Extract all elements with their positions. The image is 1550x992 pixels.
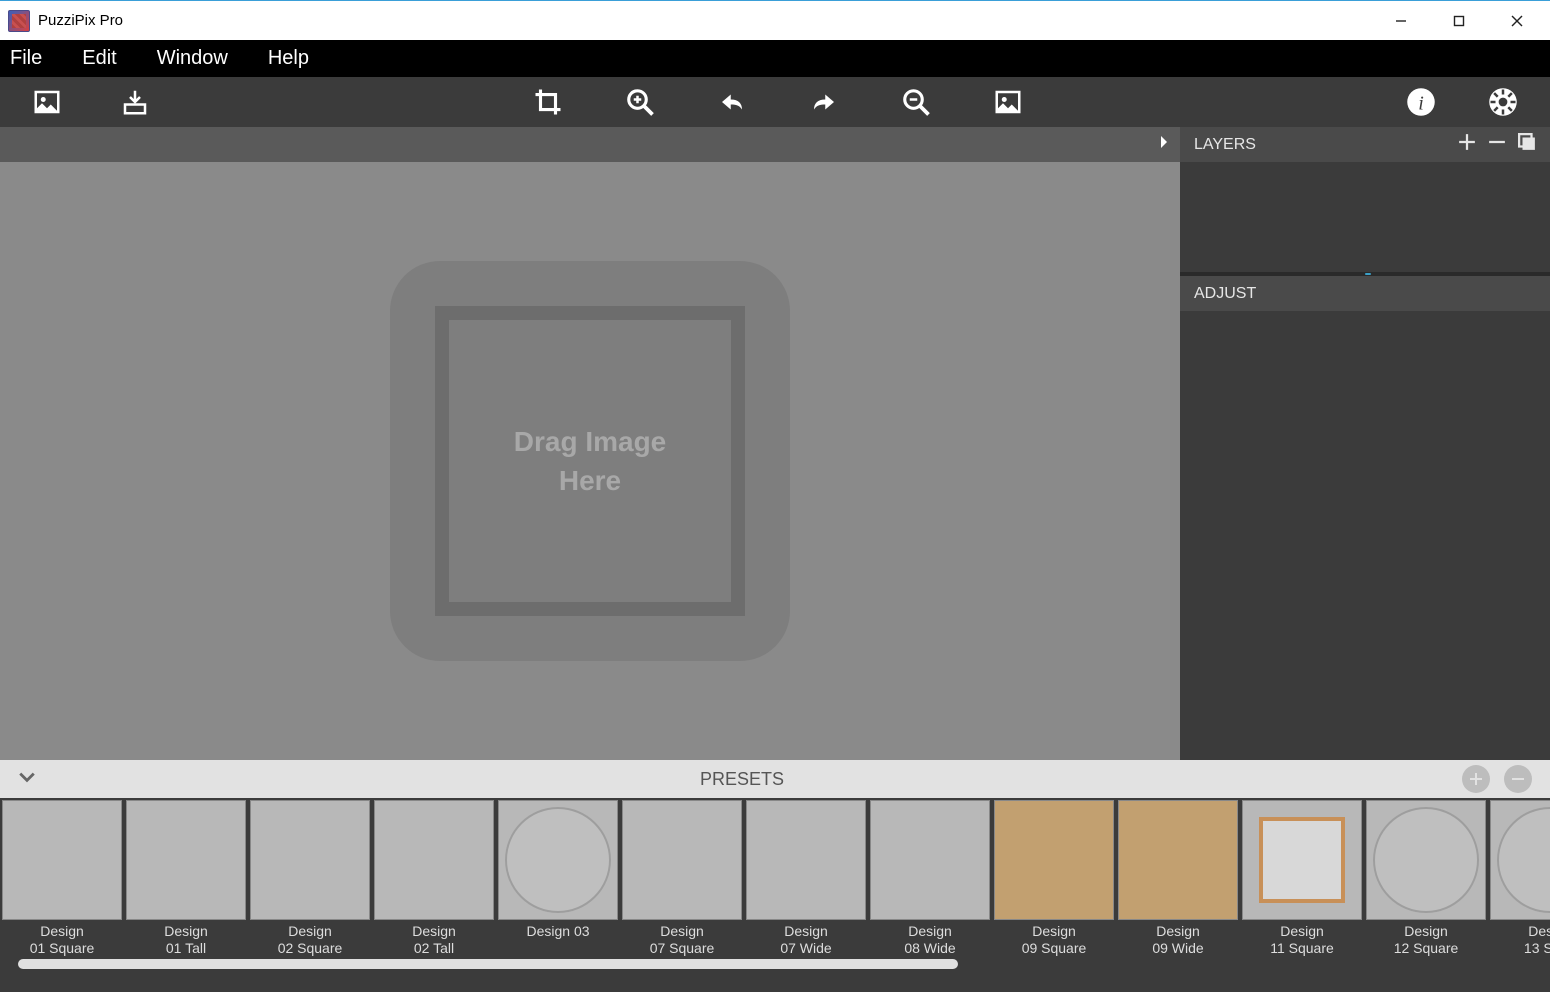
add-layer-button[interactable]	[1458, 133, 1476, 156]
titlebar: PuzziPix Pro	[0, 0, 1550, 40]
close-button[interactable]	[1488, 1, 1546, 41]
presets-scrollbar-thumb[interactable]	[18, 959, 958, 969]
layers-title: LAYERS	[1194, 136, 1256, 154]
preset-label: Design 09 Wide	[1118, 923, 1238, 957]
redo-button[interactable]	[807, 85, 841, 119]
preset-label: Design 01 Square	[2, 923, 122, 957]
preset-label: Design 08 Wide	[870, 923, 990, 957]
preset-label: Design 07 Square	[622, 923, 742, 957]
menu-file[interactable]: File	[10, 47, 42, 70]
duplicate-layer-button[interactable]	[1518, 133, 1536, 156]
minimize-button[interactable]	[1372, 1, 1430, 41]
dropzone[interactable]: Drag Image Here	[390, 261, 790, 661]
save-button[interactable]	[118, 85, 152, 119]
menu-help[interactable]: Help	[268, 47, 309, 70]
preset-thumb[interactable]	[622, 800, 742, 920]
canvas[interactable]: Drag Image Here	[0, 162, 1180, 760]
presets-title: PRESETS	[36, 769, 1448, 790]
preset-label: Design 09 Square	[994, 923, 1114, 957]
layers-panel-header: LAYERS	[1180, 127, 1550, 162]
app-icon	[8, 10, 30, 32]
add-preset-button[interactable]	[1462, 765, 1490, 793]
preset-thumb[interactable]	[374, 800, 494, 920]
preset-thumb[interactable]	[1118, 800, 1238, 920]
remove-layer-button[interactable]	[1488, 133, 1506, 156]
preset-label: Design 12 Square	[1366, 923, 1486, 957]
preset-thumb[interactable]	[250, 800, 370, 920]
expand-panel-button[interactable]	[1156, 134, 1172, 155]
preset-thumb[interactable]	[126, 800, 246, 920]
adjust-title: ADJUST	[1194, 285, 1256, 303]
info-button[interactable]: i	[1404, 85, 1438, 119]
presets-header: PRESETS	[0, 760, 1550, 798]
canvas-area: Drag Image Here	[0, 127, 1180, 760]
window-title: PuzziPix Pro	[38, 12, 123, 29]
preset-thumb[interactable]	[1490, 800, 1550, 920]
layers-panel-body[interactable]	[1180, 162, 1550, 276]
preset-thumb[interactable]	[2, 800, 122, 920]
panel-resize-handle[interactable]	[1365, 273, 1371, 275]
dropzone-frame: Drag Image Here	[435, 306, 745, 616]
preset-thumb[interactable]	[994, 800, 1114, 920]
presets-strip: Design 01 SquareDesign 01 TallDesign 02 …	[0, 798, 1550, 992]
crop-button[interactable]	[531, 85, 565, 119]
preset-label: Design 02 Tall	[374, 923, 494, 957]
toolbar: i	[0, 77, 1550, 127]
dropzone-text-2: Here	[559, 461, 621, 500]
adjust-panel-header: ADJUST	[1180, 276, 1550, 311]
collapse-presets-button[interactable]	[18, 768, 36, 791]
canvas-tabbar	[0, 127, 1180, 162]
menubar: File Edit Window Help	[0, 40, 1550, 77]
preset-thumb[interactable]	[746, 800, 866, 920]
presets-scrollbar[interactable]	[0, 957, 1550, 971]
menu-window[interactable]: Window	[157, 47, 228, 70]
zoom-out-button[interactable]	[899, 85, 933, 119]
preset-label: Design 01 Tall	[126, 923, 246, 957]
dropzone-text-1: Drag Image	[514, 422, 667, 461]
main-area: Drag Image Here LAYERS ADJUST	[0, 127, 1550, 760]
remove-preset-button[interactable]	[1504, 765, 1532, 793]
preset-label: Design 03	[498, 923, 618, 957]
preset-thumb[interactable]	[1366, 800, 1486, 920]
settings-button[interactable]	[1486, 85, 1520, 119]
maximize-button[interactable]	[1430, 1, 1488, 41]
open-image-button[interactable]	[30, 85, 64, 119]
menu-edit[interactable]: Edit	[82, 47, 116, 70]
svg-text:i: i	[1418, 93, 1424, 115]
preset-label: Design 07 Wide	[746, 923, 866, 957]
preset-thumb[interactable]	[1242, 800, 1362, 920]
zoom-in-button[interactable]	[623, 85, 657, 119]
undo-button[interactable]	[715, 85, 749, 119]
preset-thumb[interactable]	[498, 800, 618, 920]
preset-label: Design 11 Square	[1242, 923, 1362, 957]
fit-image-button[interactable]	[991, 85, 1025, 119]
presets-panel: PRESETS Design 01 SquareDesign 01 TallDe…	[0, 760, 1550, 992]
preset-label: Design 02 Square	[250, 923, 370, 957]
right-panel: LAYERS ADJUST	[1180, 127, 1550, 760]
preset-thumb[interactable]	[870, 800, 990, 920]
adjust-panel-body	[1180, 311, 1550, 760]
preset-label: Design 13 Squa	[1490, 923, 1550, 957]
